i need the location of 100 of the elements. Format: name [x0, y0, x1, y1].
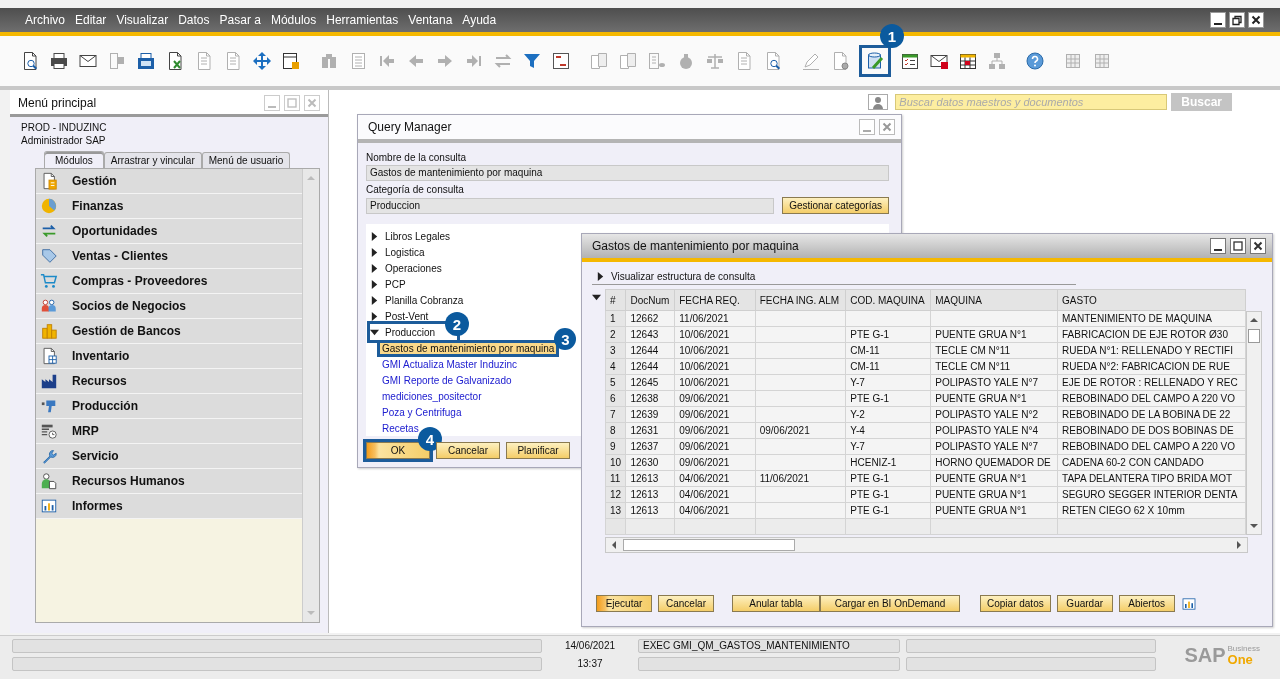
printer-icon[interactable] — [49, 51, 69, 71]
scroll-right-icon[interactable] — [1234, 540, 1244, 550]
panel-title: Menú principal — [18, 96, 97, 110]
category-field[interactable]: Produccion — [366, 197, 775, 214]
tree-item[interactable]: Operaciones — [370, 260, 442, 276]
dialog-button[interactable]: Cargar en BI OnDemand — [820, 595, 960, 612]
module-item[interactable]: Compras - Proveedores — [36, 269, 302, 294]
close-icon[interactable] — [1248, 12, 1264, 28]
expand-arrow-icon[interactable] — [596, 271, 605, 281]
module-item[interactable]: Gestión de Bancos — [36, 319, 302, 344]
query-item[interactable]: Recetas — [380, 422, 421, 434]
dialog-button[interactable]: OK — [366, 442, 430, 459]
module-item[interactable]: Servicio — [36, 444, 302, 469]
expand-arrow-icon[interactable] — [370, 279, 379, 289]
expand-arrow-icon[interactable] — [370, 231, 379, 241]
maximize-icon[interactable] — [1230, 238, 1246, 254]
module-item[interactable]: Gestión — [36, 169, 302, 194]
expand-arrow-icon[interactable] — [370, 263, 379, 273]
dialog-button[interactable]: Ejecutar — [596, 595, 652, 612]
module-item[interactable]: Informes — [36, 494, 302, 519]
restore-icon[interactable] — [1229, 12, 1245, 28]
module-item[interactable]: Oportunidades — [36, 219, 302, 244]
query-name-field[interactable]: Gastos de mantenimiento por maquina — [366, 165, 889, 181]
query-item[interactable]: mediciones_positector — [380, 390, 484, 402]
column-header[interactable]: DocNum — [626, 289, 675, 311]
calendar-icon[interactable] — [958, 51, 978, 71]
minimize-icon[interactable] — [1210, 238, 1226, 254]
sort-icon[interactable] — [551, 51, 571, 71]
help-icon[interactable] — [1025, 51, 1045, 71]
dialog-button[interactable]: Anular tabla — [732, 595, 820, 612]
fax-icon[interactable] — [136, 51, 156, 71]
dialog-button[interactable]: Cancelar — [436, 442, 500, 459]
module-item[interactable]: Socios de Negocios — [36, 294, 302, 319]
dialog-button[interactable]: Abiertos — [1118, 595, 1175, 612]
menu-item[interactable]: Visualizar — [111, 13, 174, 27]
tree-item[interactable]: Logistica — [370, 244, 425, 260]
scroll-down-icon[interactable] — [1249, 521, 1259, 531]
window-title: Query Manager — [368, 120, 452, 134]
tab[interactable]: Menú de usuario — [201, 152, 291, 168]
arrows-icon[interactable] — [252, 51, 272, 71]
menu-item[interactable]: Ayuda — [457, 13, 502, 27]
column-header[interactable]: COD. MAQUINA — [845, 289, 931, 311]
menu-item[interactable]: Archivo — [20, 13, 70, 27]
query-item[interactable]: Poza y Centrifuga — [380, 406, 464, 418]
window-title: Gastos de mantenimiento por maquina — [592, 239, 799, 253]
module-item[interactable]: Producción — [36, 394, 302, 419]
module-item[interactable]: MRP — [36, 419, 302, 444]
column-header[interactable]: FECHA REQ. — [674, 289, 756, 311]
dialog-button[interactable]: Planificar — [506, 442, 570, 459]
close-icon[interactable] — [1250, 238, 1266, 254]
expand-arrow-icon[interactable] — [370, 247, 379, 257]
expand-arrow-icon[interactable] — [370, 295, 379, 305]
scrollbar[interactable] — [605, 537, 1248, 553]
structure-toggle[interactable]: Visualizar estructura de consulta — [592, 268, 1076, 285]
scrollbar[interactable] — [1246, 311, 1262, 535]
scroll-thumb[interactable] — [1248, 329, 1260, 343]
tree-item[interactable]: Libros Legales — [370, 228, 451, 244]
database-wrench-icon[interactable] — [865, 51, 885, 71]
module-item[interactable]: Recursos — [36, 369, 302, 394]
minimize-icon[interactable] — [1210, 12, 1226, 28]
window-lock-icon[interactable] — [281, 51, 301, 71]
dialog-button[interactable]: Cancelar — [658, 595, 714, 612]
logo-text: SAP — [1184, 643, 1226, 667]
expand-arrow-icon[interactable] — [370, 327, 379, 337]
menu-item[interactable]: Ventana — [403, 13, 458, 27]
dialog-button[interactable]: Copiar datos — [980, 595, 1051, 612]
module-item[interactable]: Inventario — [36, 344, 302, 369]
filter-icon[interactable] — [522, 51, 542, 71]
query-item[interactable]: GMI Reporte de Galvanizado — [380, 374, 514, 386]
dialog-button[interactable]: Guardar — [1056, 595, 1113, 612]
checklist-icon[interactable] — [900, 51, 920, 71]
menu-item[interactable]: Editar — [70, 13, 112, 27]
tab[interactable]: Módulos — [44, 151, 104, 168]
query-item[interactable]: GMI Actualiza Master Induzinc — [380, 358, 520, 370]
menu-item[interactable]: Datos — [173, 13, 215, 27]
column-header[interactable]: # — [605, 289, 626, 311]
bar-chart-icon[interactable] — [1180, 595, 1197, 612]
expand-arrow-icon[interactable] — [370, 311, 379, 321]
query-item[interactable]: Gastos de mantenimiento por maquina — [380, 342, 557, 354]
scroll-thumb[interactable] — [623, 539, 795, 551]
menu-item[interactable]: Pasar a — [214, 13, 266, 27]
bar-chart-icon — [40, 497, 58, 515]
collapse-arrow-icon[interactable] — [592, 293, 601, 302]
tree-item[interactable]: Planilla Cobranza — [370, 292, 464, 308]
manage-categories-button[interactable]: Gestionar categorías — [782, 197, 889, 214]
module-item[interactable]: Finanzas — [36, 194, 302, 219]
tab[interactable]: Arrastrar y vincular — [103, 152, 202, 168]
column-header[interactable]: MAQUINA — [930, 289, 1058, 311]
scroll-up-icon[interactable] — [1249, 315, 1259, 325]
search-field[interactable]: Buscar datos maestros y documentos — [895, 94, 1168, 110]
pie-chart-icon — [40, 197, 58, 215]
menu-item[interactable]: Módulos — [265, 13, 322, 27]
tree-item[interactable]: PCP — [370, 276, 406, 292]
tree-item[interactable]: Post-Vent — [370, 308, 429, 324]
column-header[interactable]: FECHA ING. ALM — [755, 289, 846, 311]
module-item[interactable]: Ventas - Clientes — [36, 244, 302, 269]
module-item[interactable]: Recursos Humanos — [36, 469, 302, 494]
menu-item[interactable]: Herramientas — [321, 13, 404, 27]
status-message: EXEC GMI_QM_GASTOS_MANTENIMIENTO — [638, 639, 900, 653]
column-header[interactable]: GASTO — [1057, 289, 1246, 311]
